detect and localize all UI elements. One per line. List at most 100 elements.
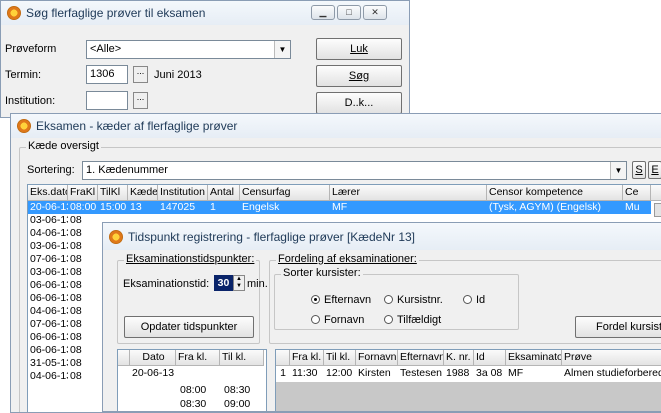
- table-cell: MF: [330, 201, 487, 214]
- minimize-icon[interactable]: ▁: [311, 5, 335, 20]
- radio-fornavn[interactable]: Fornavn: [311, 314, 364, 326]
- column-header[interactable]: Efternavn: [398, 350, 444, 366]
- table-row-selected[interactable]: 20-06-13 08:00 15:00 13 147025 1 Engelsk…: [28, 201, 651, 214]
- table-cell: 3a 08: [476, 367, 503, 379]
- scrollbar-thumb[interactable]: [654, 203, 661, 217]
- search-window: Søg flerfaglige prøver til eksamen ▁ □ ✕…: [0, 0, 410, 118]
- table-cell: Mu: [623, 201, 651, 214]
- opdater-tidspunkter-button[interactable]: Opdater tidspunkter: [124, 316, 254, 338]
- eks-tidspunkter-label: Eksaminationstidspunkter:: [124, 253, 257, 265]
- column-header[interactable]: Til kl.: [220, 350, 264, 366]
- table-row[interactable]: 03-06-13 08: [28, 266, 108, 279]
- scroll-up-icon[interactable]: ▲: [651, 185, 661, 201]
- unknown-cut-button[interactable]: D..k...: [316, 92, 402, 114]
- table-row[interactable]: 03-06-13 08: [28, 240, 108, 253]
- column-header[interactable]: Fornavn: [356, 350, 398, 366]
- column-header[interactable]: Censor kompetence: [487, 185, 623, 201]
- radio-unchecked-icon: [384, 295, 393, 304]
- sog-button[interactable]: Søg: [316, 65, 402, 87]
- column-header[interactable]: Fra kl.: [290, 350, 324, 366]
- proveform-label: Prøveform: [5, 43, 57, 55]
- maximize-icon[interactable]: □: [337, 5, 361, 20]
- close-icon[interactable]: ✕: [363, 5, 387, 20]
- eks-tid-label: Eksaminationstid:: [123, 278, 210, 290]
- table-row[interactable]: 06-06-13 08: [28, 279, 108, 292]
- table-cell: 13: [128, 201, 158, 214]
- table-row[interactable]: 07-06-13 08: [28, 318, 108, 331]
- table-row[interactable]: 06-06-13 08: [28, 331, 108, 344]
- table-cell: Almen studieforberedelse: [564, 367, 661, 379]
- column-header[interactable]: K. nr.: [444, 350, 474, 366]
- column-header[interactable]: Censurfag: [240, 185, 330, 201]
- column-header: [118, 350, 130, 366]
- eks-tid-input[interactable]: 30: [214, 275, 233, 291]
- sort-s-button[interactable]: S: [632, 161, 646, 179]
- table-cell: 1988: [446, 367, 470, 379]
- institution-label: Institution:: [5, 95, 56, 107]
- column-header[interactable]: Fra kl.: [176, 350, 220, 366]
- table-row[interactable]: 31-05-13 08: [28, 357, 108, 370]
- sorter-kursister-label: Sorter kursister:: [281, 267, 363, 279]
- table-row[interactable]: 04-06-13 08: [28, 227, 108, 240]
- eks-tid-spinner[interactable]: ▲ ▼: [233, 275, 245, 291]
- fordel-kursister-button[interactable]: Fordel kursister: [575, 316, 661, 338]
- column-header[interactable]: TilKl: [98, 185, 128, 201]
- column-header[interactable]: Antal: [208, 185, 240, 201]
- search-window-title: Søg flerfaglige prøver til eksamen: [26, 6, 206, 20]
- institution-input[interactable]: [86, 91, 128, 110]
- radio-kursistnr[interactable]: Kursistnr.: [384, 294, 443, 306]
- chevron-down-icon[interactable]: ▼: [610, 162, 626, 179]
- exam-window-titlebar[interactable]: Eksamen - kæder af flerfaglige prøver: [11, 114, 661, 138]
- radio-id[interactable]: Id: [463, 294, 485, 306]
- column-header[interactable]: Til kl.: [324, 350, 356, 366]
- column-header[interactable]: FraKl: [68, 185, 98, 201]
- tidspunkt-window: Tidspunkt registrering - flerfaglige prø…: [102, 222, 661, 412]
- table-row[interactable]: 06-06-13 08: [28, 292, 108, 305]
- column-header[interactable]: Kæde: [128, 185, 158, 201]
- table-row[interactable]: 03-06-13 08: [28, 214, 108, 227]
- table-row[interactable]: 04-06-13 08: [28, 305, 108, 318]
- app-icon: [7, 6, 21, 20]
- radio-efternavn[interactable]: Efternavn: [311, 294, 371, 306]
- termin-input[interactable]: 1306: [86, 65, 128, 84]
- column-header[interactable]: Dato: [130, 350, 176, 366]
- table-row[interactable]: 1 11:30 12:00 Kirsten Testesen 1988 3a 0…: [276, 367, 661, 381]
- column-header[interactable]: Eks.dato: [28, 185, 68, 201]
- radio-unchecked-icon: [384, 315, 393, 324]
- table-row[interactable]: 06-06-13 08: [28, 344, 108, 357]
- proveform-dropdown[interactable]: <Alle> ▼: [86, 40, 291, 59]
- app-icon: [109, 229, 123, 244]
- table-cell: 08:00: [180, 384, 207, 396]
- institution-picker-button[interactable]: ...: [133, 92, 148, 109]
- table-cell: 08:30: [180, 398, 207, 410]
- table-cell: 08:00: [68, 201, 98, 214]
- column-header[interactable]: Id: [474, 350, 506, 366]
- radio-tilfaeldigt[interactable]: Tilfældigt: [384, 314, 441, 326]
- sort-dropdown[interactable]: 1. Kædenummer ▼: [82, 161, 627, 180]
- tidspunkt-window-titlebar[interactable]: Tidspunkt registrering - flerfaglige prø…: [103, 223, 661, 250]
- column-header[interactable]: Lærer: [330, 185, 487, 201]
- kaede-table-rows: 03-06-13 08 04-06-13 08 03-06-13 08 07-06-1…: [28, 214, 108, 383]
- table-cell: MF: [508, 367, 524, 379]
- table-cell: 1: [208, 201, 240, 214]
- table-row[interactable]: 07-06-13 08: [28, 253, 108, 266]
- termin-picker-button[interactable]: ...: [133, 66, 148, 83]
- column-header[interactable]: Ce: [623, 185, 651, 201]
- column-header[interactable]: Eksaminator: [506, 350, 562, 366]
- radio-unchecked-icon: [463, 295, 472, 304]
- kaede-oversigt-label: Kæde oversigt: [26, 140, 101, 152]
- table-row[interactable]: 04-06-13 08: [28, 370, 108, 383]
- column-header[interactable]: Institution: [158, 185, 208, 201]
- table-cell: Engelsk: [240, 201, 330, 214]
- table-cell: 15:00: [98, 201, 128, 214]
- radio-checked-icon: [311, 295, 320, 304]
- chevron-down-icon[interactable]: ▼: [274, 41, 290, 58]
- empty-area: [276, 382, 661, 411]
- column-header[interactable]: Prøve: [562, 350, 661, 366]
- sort-e-button[interactable]: E: [648, 161, 661, 179]
- table-cell: 147025: [158, 201, 208, 214]
- app-icon: [17, 119, 31, 133]
- table-cell: (Tysk, AGYM) (Engelsk): [487, 201, 623, 214]
- table-cell: Testesen: [400, 367, 443, 379]
- luk-button[interactable]: Luk: [316, 38, 402, 60]
